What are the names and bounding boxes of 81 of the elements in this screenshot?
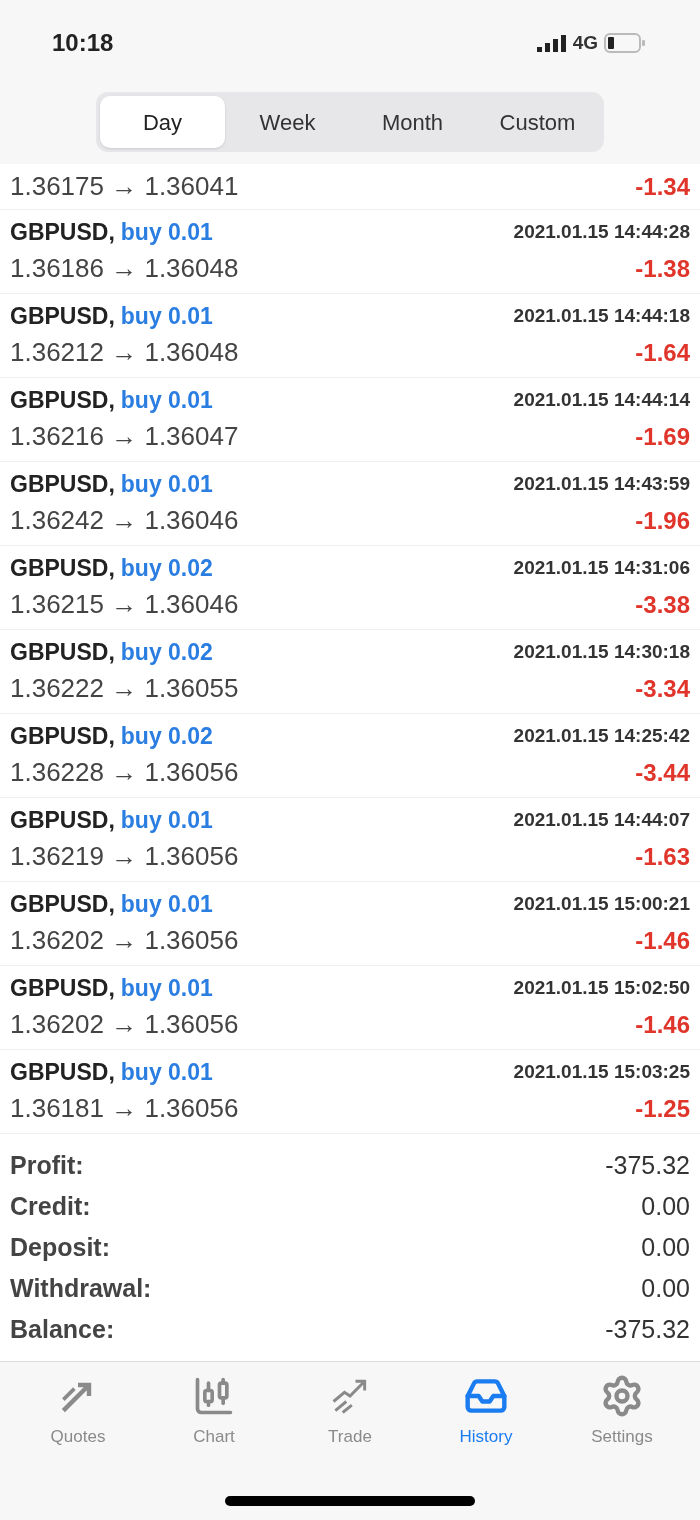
trade-symbol: GBPUSD, [10, 1057, 115, 1087]
summary-value: -375.32 [605, 1149, 690, 1181]
tab-bar-item[interactable]: Trade [295, 1374, 405, 1450]
trade-symbol: GBPUSD, [10, 637, 115, 667]
trade-prices: 1.36175 → 1.36041 [10, 170, 239, 203]
trade-time: 2021.01.15 15:03:25 [513, 1059, 690, 1084]
trade-symbol: GBPUSD, [10, 469, 115, 499]
trade-order: buy 0.02 [120, 637, 213, 667]
trade-prices: 1.36215 → 1.36046 [10, 588, 239, 622]
trade-symbol: GBPUSD, [10, 721, 115, 751]
trade-order: buy 0.01 [120, 805, 213, 835]
summary-value: 0.00 [641, 1231, 690, 1263]
trade-profit: -3.34 [635, 673, 690, 704]
summary-value: 0.00 [641, 1190, 690, 1222]
trade-symbol: GBPUSD, [10, 805, 115, 835]
trade-profit: -1.96 [635, 505, 690, 536]
tab-bar-item[interactable]: Quotes [23, 1374, 133, 1450]
trade-prices: 1.36242 → 1.36046 [10, 504, 239, 538]
trade-time: 2021.01.15 14:44:18 [513, 303, 690, 328]
status-time: 10:18 [52, 28, 114, 58]
trade-order: buy 0.01 [120, 1057, 213, 1087]
trade-time: 2021.01.15 15:02:50 [513, 975, 690, 1000]
trade-profit: -1.38 [635, 253, 690, 284]
settings-icon [600, 1374, 644, 1418]
trade-prices: 1.36222 → 1.36055 [10, 672, 239, 706]
period-tab[interactable]: Week [225, 96, 350, 148]
summary-label: Balance: [10, 1313, 115, 1345]
trade-time: 2021.01.15 14:43:59 [513, 471, 690, 496]
trade-profit: -1.46 [635, 925, 690, 956]
trade-prices: 1.36186 → 1.36048 [10, 252, 239, 286]
trade-prices: 1.36202 → 1.36056 [10, 924, 239, 958]
trade-time: 2021.01.15 14:30:18 [513, 639, 690, 664]
trade-prices: 1.36216 → 1.36047 [10, 420, 239, 454]
trade-time: 2021.01.15 14:31:06 [513, 555, 690, 580]
trade-order: buy 0.02 [120, 553, 213, 583]
trade-symbol: GBPUSD, [10, 553, 115, 583]
signal-icon [536, 34, 567, 52]
trade-order: buy 0.01 [120, 889, 213, 919]
tab-bar-item[interactable]: Chart [159, 1374, 269, 1450]
trade-order: buy 0.01 [120, 385, 213, 415]
battery-icon [604, 33, 646, 53]
trade-profit: -1.34 [635, 171, 690, 202]
trade-profit: -1.25 [635, 1093, 690, 1124]
summary-value: -375.32 [605, 1313, 690, 1345]
tab-bar-item[interactable]: Settings [567, 1374, 677, 1450]
trade-prices: 1.36228 → 1.36056 [10, 756, 239, 790]
trade-profit: -3.38 [635, 589, 690, 620]
trade-prices: 1.36202 → 1.36056 [10, 1008, 239, 1042]
period-tab[interactable]: Month [350, 96, 475, 148]
period-tab[interactable]: Day [100, 96, 225, 148]
tab-bar-item[interactable]: History [431, 1374, 541, 1450]
trade-profit: -1.63 [635, 841, 690, 872]
trade-profit: -1.69 [635, 421, 690, 452]
trade-prices: 1.36219 → 1.36056 [10, 840, 239, 874]
trade-time: 2021.01.15 14:25:42 [513, 723, 690, 748]
trade-time: 2021.01.15 14:44:07 [513, 807, 690, 832]
period-tab[interactable]: Custom [475, 96, 600, 148]
trade-symbol: GBPUSD, [10, 217, 115, 247]
trade-order: buy 0.01 [120, 469, 213, 499]
trade-time: 2021.01.15 15:00:21 [513, 891, 690, 916]
trade-profit: -1.46 [635, 1009, 690, 1040]
trade-profit: -3.44 [635, 757, 690, 788]
trade-prices: 1.36181 → 1.36056 [10, 1092, 239, 1126]
trade-symbol: GBPUSD, [10, 973, 115, 1003]
summary-label: Credit: [10, 1190, 91, 1222]
trade-prices: 1.36212 → 1.36048 [10, 336, 239, 370]
trade-time: 2021.01.15 14:44:14 [513, 387, 690, 412]
trade-symbol: GBPUSD, [10, 889, 115, 919]
trade-order: buy 0.01 [120, 301, 213, 331]
network-label: 4G [572, 30, 598, 55]
summary-label: Withdrawal: [10, 1272, 152, 1304]
trade-order: buy 0.01 [120, 217, 213, 247]
summary-label: Profit: [10, 1149, 84, 1181]
trade-symbol: GBPUSD, [10, 385, 115, 415]
trade-symbol: GBPUSD, [10, 301, 115, 331]
summary-value: 0.00 [641, 1272, 690, 1304]
trade-time: 2021.01.15 14:44:28 [513, 219, 690, 244]
trade-profit: -1.64 [635, 337, 690, 368]
summary-label: Deposit: [10, 1231, 110, 1263]
trade-order: buy 0.01 [120, 973, 213, 1003]
trade-order: buy 0.02 [120, 721, 213, 751]
